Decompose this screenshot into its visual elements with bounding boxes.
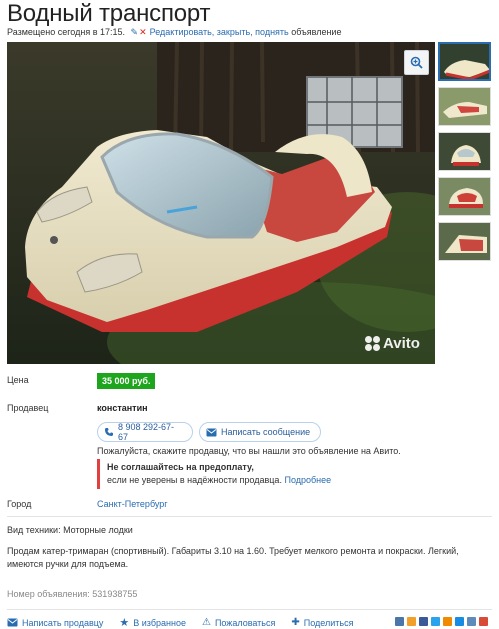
share-label: Поделиться xyxy=(303,617,354,628)
mail-icon xyxy=(206,428,217,436)
favorite-label: В избранное xyxy=(133,617,186,628)
facebook-icon[interactable] xyxy=(419,617,428,626)
google-icon[interactable] xyxy=(479,617,488,626)
message-button[interactable]: Написать сообщение xyxy=(199,422,321,442)
blog-icon[interactable] xyxy=(407,617,416,626)
warning-text: если не уверены в надёжности продавца. xyxy=(107,475,282,485)
ad-number: Номер объявления: 531938755 xyxy=(7,589,137,599)
thumbnail-strip xyxy=(438,42,492,267)
warning-title: Не соглашайтесь на предоплату, xyxy=(107,462,254,472)
moimir-icon[interactable] xyxy=(455,617,464,626)
close-icon[interactable]: ✕ xyxy=(139,27,147,37)
mail-icon xyxy=(7,618,18,627)
warning-icon: ⚠ xyxy=(201,617,211,628)
zoom-button[interactable] xyxy=(404,50,429,75)
twitter-icon[interactable] xyxy=(431,617,440,626)
write-seller-label: Написать продавцу xyxy=(22,617,104,628)
warning-text-line: если не уверены в надёжности продавца. П… xyxy=(107,475,397,485)
divider xyxy=(7,516,492,517)
city-label: Город xyxy=(7,499,32,509)
post-meta: Размещено сегодня в 17:15. ✎✕ Редактирова… xyxy=(7,27,341,38)
odnoklassniki-icon[interactable] xyxy=(443,617,452,626)
main-photo[interactable] xyxy=(7,42,435,364)
posted-time: Размещено сегодня в 17:15. xyxy=(7,27,126,37)
seller-label: Продавец xyxy=(7,403,49,413)
social-icons xyxy=(395,617,488,626)
city-link[interactable]: Санкт-Петербург xyxy=(97,499,168,509)
vehicle-type: Вид техники: Моторные лодки xyxy=(7,525,133,535)
phone-button[interactable]: 8 908 292-67-67 xyxy=(97,422,193,442)
avito-watermark: Avito xyxy=(365,335,420,352)
ad-description: Продам катер-тримаран (спортивный). Габа… xyxy=(7,546,459,569)
lj-icon[interactable] xyxy=(467,617,476,626)
thumbnail-5[interactable] xyxy=(438,222,491,261)
thumbnail-4[interactable] xyxy=(438,177,491,216)
edit-ad-link[interactable]: Редактировать, закрыть, поднять xyxy=(150,27,289,37)
vk-icon[interactable] xyxy=(395,617,404,626)
seller-hint: Пожалуйста, скажите продавцу, что вы наш… xyxy=(97,446,401,456)
star-icon: ★ xyxy=(119,617,130,629)
divider xyxy=(7,609,492,610)
thumbnail-1[interactable] xyxy=(438,42,491,81)
complain-action[interactable]: ⚠ Пожаловаться xyxy=(202,617,275,628)
share-action[interactable]: ✚ Поделиться xyxy=(291,617,353,628)
thumbnail-3[interactable] xyxy=(438,132,491,171)
zoom-icon xyxy=(410,56,423,69)
ad-number-value: 531938755 xyxy=(92,589,138,599)
message-button-label: Написать сообщение xyxy=(221,427,311,437)
price-label: Цена xyxy=(7,375,29,385)
watermark-text: Avito xyxy=(383,335,420,352)
seller-name: константин xyxy=(97,403,148,413)
page-title: Водный транспорт xyxy=(7,0,211,27)
warning-more-link[interactable]: Подробнее xyxy=(284,475,331,485)
favorite-action[interactable]: ★ В избранное xyxy=(119,616,186,629)
phone-number: 8 908 292-67-67 xyxy=(117,422,175,442)
price-badge: 35 000 руб. xyxy=(97,373,156,389)
avito-logo-icon xyxy=(365,336,380,351)
ad-number-label: Номер объявления: xyxy=(7,589,90,599)
edit-suffix: объявление xyxy=(291,27,342,37)
prepayment-warning: Не соглашайтесь на предоплату, если не у… xyxy=(97,459,397,489)
phone-icon xyxy=(104,428,113,436)
write-seller-action[interactable]: Написать продавцу xyxy=(7,618,103,628)
complain-label: Пожаловаться xyxy=(214,617,276,628)
pencil-icon: ✎ xyxy=(130,27,139,37)
share-icon: ✚ xyxy=(291,617,300,628)
boat-photo xyxy=(7,42,435,364)
thumbnail-2[interactable] xyxy=(438,87,491,126)
